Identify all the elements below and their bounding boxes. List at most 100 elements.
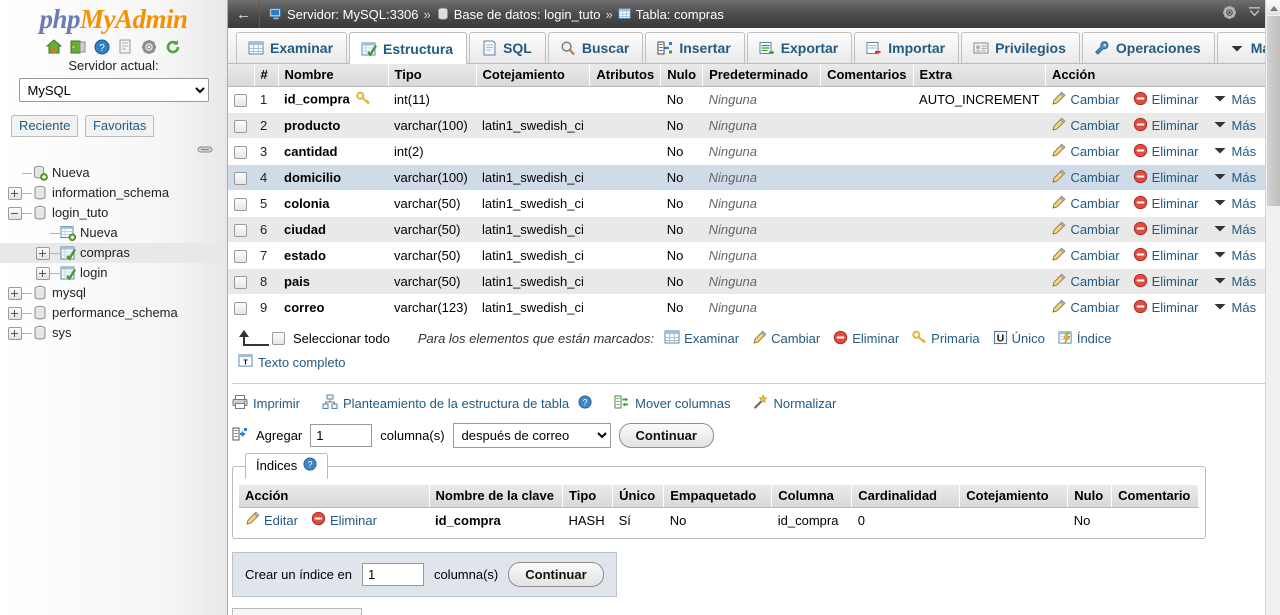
row-action-cambiar[interactable]: Cambiar (1051, 195, 1121, 213)
row-checkbox[interactable] (234, 146, 247, 160)
index-edit-link[interactable]: Editar (245, 511, 300, 529)
structure-row[interactable]: 1 id_compra int(11) No Ninguna AUTO_INCREMENT… (228, 86, 1280, 113)
row-checkbox[interactable] (234, 172, 247, 186)
row-checkbox[interactable] (234, 94, 247, 108)
row-action-eliminar[interactable]: Eliminar (1133, 247, 1201, 265)
index-delete-link[interactable]: Eliminar (311, 511, 379, 529)
home-icon[interactable] (46, 38, 63, 55)
row-action-eliminar[interactable]: Eliminar (1133, 143, 1201, 161)
tree-node-compras[interactable]: compras (0, 243, 227, 263)
structure-row[interactable]: 2 producto varchar(100) latin1_swedish_ci No… (228, 112, 1280, 139)
tree-node-login[interactable]: login (0, 263, 227, 283)
tree-node-nueva[interactable]: Nueva (0, 223, 227, 243)
tab-insertar[interactable]: Insertar (645, 32, 745, 63)
help-icon[interactable]: ? (94, 39, 110, 55)
tab-operaciones[interactable]: Operaciones (1081, 32, 1215, 63)
row-action-eliminar[interactable]: Eliminar (1133, 117, 1201, 135)
docs-icon[interactable] (117, 39, 133, 55)
tool-planteamiento-de-la-estructu[interactable]: Planteamiento de la estructura de tabla? (322, 394, 592, 413)
server-select[interactable]: MySQL (18, 78, 209, 102)
tab-estructura[interactable]: Estructura (349, 32, 468, 64)
add-column-count-input[interactable] (310, 424, 373, 447)
row-checkbox[interactable] (234, 224, 247, 238)
tree-node-nueva[interactable]: Nueva (0, 163, 227, 183)
recent-tab[interactable]: Reciente (11, 115, 79, 137)
row-action-más[interactable]: Más (1212, 90, 1259, 109)
breadcrumb-database[interactable]: Base de datos: login_tuto (436, 7, 600, 22)
tree-node-information_schema[interactable]: information_schema (0, 183, 227, 203)
collapse-icon[interactable] (1247, 5, 1262, 23)
expand-icon[interactable] (8, 186, 22, 200)
gear-icon[interactable] (1222, 5, 1237, 23)
row-action-eliminar[interactable]: Eliminar (1133, 195, 1201, 213)
row-action-cambiar[interactable]: Cambiar (1051, 91, 1121, 109)
expand-icon[interactable] (8, 286, 22, 300)
row-action-cambiar[interactable]: Cambiar (1051, 169, 1121, 187)
bulk-action-examinar[interactable]: Examinar (664, 329, 741, 348)
tool-imprimir[interactable]: Imprimir (232, 394, 300, 413)
settings-icon[interactable] (141, 39, 157, 55)
expand-icon[interactable] (36, 266, 50, 280)
row-checkbox[interactable] (234, 302, 247, 316)
expand-icon[interactable] (8, 326, 22, 340)
favorites-tab[interactable]: Favoritas (84, 115, 155, 137)
row-action-eliminar[interactable]: Eliminar (1133, 169, 1201, 187)
row-action-más[interactable]: Más (1212, 298, 1259, 317)
tab-privilegios[interactable]: Privilegios (961, 32, 1080, 63)
tab-importar[interactable]: Importar (854, 32, 960, 63)
bulk-action-cambiar[interactable]: Cambiar (752, 330, 822, 348)
row-action-eliminar[interactable]: Eliminar (1133, 299, 1201, 317)
row-checkbox[interactable] (234, 120, 247, 134)
breadcrumb-table[interactable]: Tabla: compras (618, 7, 724, 22)
help-icon[interactable]: ? (578, 395, 592, 412)
row-action-cambiar[interactable]: Cambiar (1051, 247, 1121, 265)
row-action-eliminar[interactable]: Eliminar (1133, 273, 1201, 291)
row-action-eliminar[interactable]: Eliminar (1133, 221, 1201, 239)
tool-normalizar[interactable]: Normalizar (753, 394, 836, 413)
row-action-más[interactable]: Más (1212, 220, 1259, 239)
pma-logo[interactable]: phpMyAdmin (0, 0, 227, 35)
indexes-row[interactable]: Editar Eliminar id_compra HASH Sí No id_compra… (239, 507, 1199, 532)
select-all-label[interactable]: Seleccionar todo (293, 331, 390, 346)
tree-node-mysql[interactable]: mysql (0, 283, 227, 303)
row-action-más[interactable]: Más (1212, 142, 1259, 161)
breadcrumb-server[interactable]: Servidor: MySQL:3306 (269, 7, 419, 22)
back-button[interactable]: ← (228, 0, 260, 28)
create-index-submit-button[interactable]: Continuar (508, 562, 604, 587)
row-checkbox[interactable] (234, 276, 247, 290)
row-action-más[interactable]: Más (1212, 246, 1259, 265)
tab-sql[interactable]: SQL (469, 32, 546, 63)
logout-icon[interactable] (70, 39, 86, 55)
tab-buscar[interactable]: Buscar (547, 32, 644, 63)
tab-examinar[interactable]: Examinar (236, 32, 348, 63)
row-action-cambiar[interactable]: Cambiar (1051, 117, 1121, 135)
structure-row[interactable]: 6 ciudad varchar(50) latin1_swedish_ci No Nin… (228, 216, 1280, 243)
structure-row[interactable]: 5 colonia varchar(50) latin1_swedish_ci No Ni… (228, 190, 1280, 217)
expand-icon[interactable] (36, 246, 50, 260)
structure-row[interactable]: 3 cantidad int(2) No Ninguna Cambiar Eliminar M… (228, 138, 1280, 165)
fulltext-label[interactable]: Texto completo (258, 355, 345, 370)
collapse-node-icon[interactable] (8, 206, 22, 220)
bulk-action--ndice[interactable]: Índice (1058, 330, 1114, 348)
tab-exportar[interactable]: Exportar (746, 32, 853, 63)
row-action-más[interactable]: Más (1212, 272, 1259, 291)
tree-node-sys[interactable]: sys (0, 323, 227, 343)
row-action-más[interactable]: Más (1212, 194, 1259, 213)
tool-mover-columnas[interactable]: Mover columnas (614, 394, 731, 413)
row-action-más[interactable]: Más (1212, 116, 1259, 135)
row-action-cambiar[interactable]: Cambiar (1051, 221, 1121, 239)
scrollbar-thumb[interactable] (1267, 16, 1280, 206)
structure-row[interactable]: 7 estado varchar(50) latin1_swedish_ci No Nin… (228, 242, 1280, 269)
structure-row[interactable]: 8 pais varchar(50) latin1_swedish_ci No Ningu… (228, 268, 1280, 295)
row-action-eliminar[interactable]: Eliminar (1133, 91, 1201, 109)
row-action-cambiar[interactable]: Cambiar (1051, 299, 1121, 317)
expand-icon[interactable] (8, 306, 22, 320)
structure-row[interactable]: 9 correo varchar(123) latin1_swedish_ci No Ni… (228, 294, 1280, 321)
row-action-más[interactable]: Más (1212, 168, 1259, 187)
scrollbar-up-button[interactable] (1266, 0, 1280, 15)
create-index-count-input[interactable] (361, 563, 424, 586)
tree-node-login_tuto[interactable]: login_tuto (0, 203, 227, 223)
select-all-checkbox[interactable] (272, 332, 285, 345)
tree-node-performance_schema[interactable]: performance_schema (0, 303, 227, 323)
row-checkbox[interactable] (234, 198, 247, 212)
